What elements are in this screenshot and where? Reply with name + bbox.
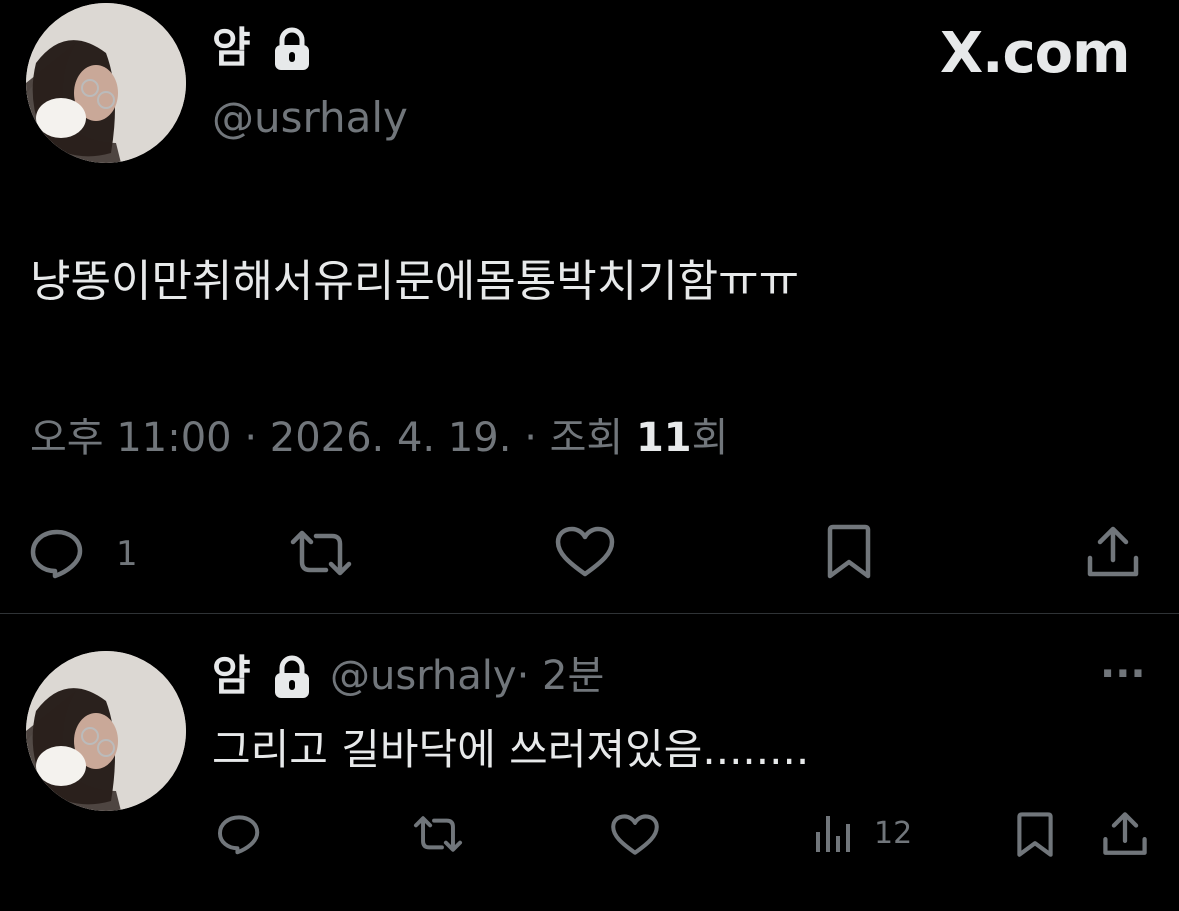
reply-handle[interactable]: @usrhaly [330,653,517,699]
analytics-icon [816,816,850,852]
bookmark-icon [827,524,871,579]
share-icon [1087,526,1139,577]
share-icon [1103,812,1147,855]
bookmark-button[interactable] [824,524,874,580]
reply-reply-button[interactable] [216,812,262,856]
reply-share-button[interactable] [1102,810,1148,858]
handle[interactable]: @usrhaly [212,90,408,146]
x-brand-logo: X.com [940,21,1130,86]
retweet-icon [413,816,463,852]
reply-display-name[interactable]: 얌 [212,648,251,704]
reply-avatar[interactable] [26,651,186,811]
reply-like-button[interactable] [610,814,660,856]
reply-text: 그리고 길바닥에 쓰러져있음........ [212,725,810,774]
meta-separator: · [244,415,258,461]
reply-retweet-button[interactable] [412,814,464,854]
lock-icon [270,654,314,700]
reply-icon [217,815,260,855]
reply-bookmark-button[interactable] [1014,812,1056,858]
retweet-icon [290,530,352,576]
more-options-icon[interactable]: ··· [1100,652,1146,696]
reply-icon [30,529,83,579]
post-time[interactable]: 오후 11:00 [30,415,232,461]
like-button[interactable] [554,526,616,578]
divider [0,613,1179,614]
bookmark-icon [1017,812,1053,857]
avatar-image [26,3,186,163]
lock-icon [270,26,314,72]
display-name[interactable]: 얌 [212,20,251,76]
heart-icon [555,526,615,577]
meta-separator: · [524,415,537,461]
views-count: 11 [635,415,692,461]
reply-views-count: 12 [874,816,913,851]
reply-views-button[interactable]: 12 [814,812,914,856]
avatar-image [26,651,186,811]
share-button[interactable] [1086,524,1140,580]
reply-handle-line: @usrhaly· 2분 [330,648,604,704]
post-meta: 오후 11:00 · 2026. 4. 19. · 조회 11회 [30,410,728,466]
avatar[interactable] [26,3,186,163]
post-date[interactable]: 2026. 4. 19. [270,415,512,461]
heart-icon [611,814,659,855]
reply-time[interactable]: · 2분 [517,653,605,699]
reply-button[interactable]: 1 [28,526,148,580]
views-label: 조회 [549,415,624,461]
reply-count: 1 [116,534,138,574]
views-suffix: 회 [691,415,729,461]
post-text: 냥똥이만취해서유리문에몸통박치기함ㅠㅠ [30,256,800,307]
retweet-button[interactable] [288,528,354,578]
